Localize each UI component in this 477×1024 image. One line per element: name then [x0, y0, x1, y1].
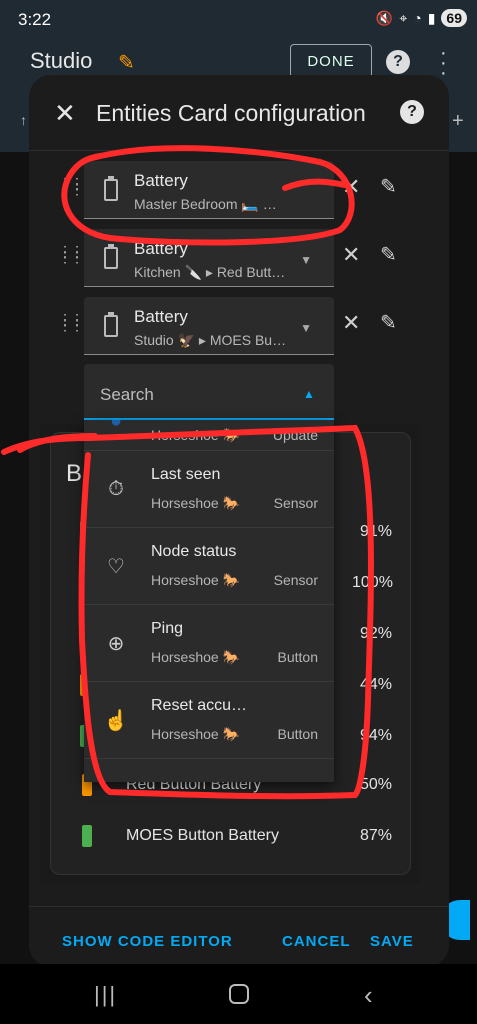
page-title: Studio	[30, 48, 93, 73]
item-subtitle: Horseshoe 🐎	[151, 495, 241, 511]
update-icon: ●	[109, 420, 123, 432]
battery-icon	[104, 176, 118, 201]
recent-apps-icon[interactable]: |||	[94, 982, 117, 1008]
entity-subtitle: Studio 🦅 ▸ MOES Bu…	[134, 332, 287, 348]
show-code-editor-button[interactable]: SHOW CODE EDITOR	[62, 933, 233, 950]
row-value: 94%	[360, 727, 393, 744]
row-value: 100%	[352, 574, 393, 591]
edit-entity-icon[interactable]: ✎	[380, 310, 397, 335]
row-value: 44%	[360, 676, 393, 693]
row-name: MOES Button Battery	[126, 827, 279, 844]
heart-pulse-icon: ♡	[107, 555, 125, 578]
entity-dropdown-list[interactable]: ● Horseshoe 🐎 Update ⏱ Last seen Horsesh…	[84, 420, 334, 782]
edit-entity-icon[interactable]: ✎	[380, 174, 397, 199]
signal-icon: ▮	[427, 9, 436, 26]
item-type: Button	[277, 649, 318, 665]
battery-level: 69	[441, 9, 467, 27]
entity-picker-2[interactable]: Battery Kitchen 🔪 ▸ Red Butt… ▼	[84, 229, 334, 287]
crosshairs-icon: ⊕	[107, 632, 125, 655]
edit-entity-icon[interactable]: ✎	[380, 242, 397, 267]
entity-subtitle: Kitchen 🔪 ▸ Red Butt…	[134, 264, 286, 280]
entity-title: Battery	[134, 307, 188, 326]
item-type: Sensor	[273, 572, 318, 588]
item-title: Last seen	[151, 466, 221, 483]
search-label: Search	[100, 385, 154, 404]
battery-icon	[104, 244, 118, 269]
drag-handle-icon[interactable]: ⋮⋮ ⋮⋮	[58, 244, 84, 264]
item-subtitle: Horseshoe 🐎	[151, 427, 241, 443]
item-subtitle: Horseshoe 🐎	[151, 572, 241, 588]
item-title: Node status	[151, 543, 237, 560]
battery-icon	[104, 312, 118, 337]
drag-handle-icon[interactable]: ⋮⋮ ⋮⋮	[58, 312, 84, 332]
item-type: Button	[277, 726, 318, 742]
drag-handle-icon[interactable]: ⋮⋮ ⋮⋮	[58, 176, 84, 196]
remove-entity-icon[interactable]: ✕	[342, 242, 360, 268]
screen: 3:22 🔇 ⌖ ◔ ▮ 69 Studio ✎ DONE ? · · · ↑ + …	[0, 0, 477, 1024]
more-vert-icon[interactable]: · · ·	[440, 43, 447, 83]
list-item[interactable]: ♡ Node status Horseshoe 🐎 Sensor	[84, 527, 334, 604]
entity-title: Battery	[134, 171, 188, 190]
list-item[interactable]: ⏱ Last seen Horseshoe 🐎 Sensor	[84, 450, 334, 527]
done-button[interactable]: DONE	[290, 44, 372, 78]
list-item[interactable]	[84, 758, 334, 782]
row-value: 50%	[360, 776, 393, 793]
caret-down-icon: ▼	[300, 321, 312, 335]
back-icon[interactable]: ‹	[364, 980, 373, 1011]
mute-icon: 🔇	[375, 9, 394, 26]
item-subtitle: Horseshoe 🐎	[151, 649, 241, 665]
caret-down-icon: ▼	[300, 253, 312, 267]
dialog-divider	[29, 150, 449, 151]
row-value: 87%	[360, 827, 393, 844]
dialog-help-icon[interactable]: ?	[400, 100, 424, 124]
background-add-icon: +	[452, 110, 464, 132]
pencil-icon[interactable]: ✎	[118, 50, 135, 75]
caret-up-icon[interactable]: ▲	[303, 387, 315, 401]
wifi-icon: ◔	[413, 10, 422, 26]
home-icon[interactable]	[229, 984, 249, 1004]
status-icons: 🔇 ⌖ ◔ ▮ 69	[376, 9, 467, 27]
remove-entity-icon[interactable]: ✕	[342, 310, 360, 336]
status-time: 3:22	[18, 10, 52, 29]
footer-divider	[29, 906, 449, 907]
item-type: Sensor	[273, 495, 318, 511]
entity-picker-3[interactable]: Battery Studio 🦅 ▸ MOES Bu… ▼	[84, 297, 334, 355]
entity-picker-1[interactable]: Battery Master Bedroom 🛏️ …	[84, 161, 334, 219]
entity-subtitle: Master Bedroom 🛏️ …	[134, 196, 277, 212]
close-icon[interactable]: ✕	[54, 98, 76, 129]
background-arrow-icon: ↑	[20, 112, 27, 128]
item-title: Ping	[151, 620, 184, 637]
item-title: Reset accu…	[151, 697, 248, 714]
battery-icon	[82, 825, 92, 847]
gesture-tap-icon: ☝	[103, 709, 129, 732]
remove-entity-icon[interactable]: ✕	[342, 174, 360, 200]
location-icon: ⌖	[399, 9, 408, 26]
cancel-button[interactable]: CANCEL	[282, 933, 351, 950]
item-subtitle: Horseshoe 🐎	[151, 726, 241, 742]
row-value: 91%	[360, 523, 393, 540]
list-item[interactable]: ☝ Reset accu… Horseshoe 🐎 Button	[84, 681, 334, 758]
timer-icon: ⏱	[108, 477, 124, 500]
help-icon[interactable]: ?	[386, 50, 410, 74]
card-header-letter: B	[66, 460, 83, 487]
list-item[interactable]: ⊕ Ping Horseshoe 🐎 Button	[84, 604, 334, 681]
entity-title: Battery	[134, 239, 188, 258]
dialog-title: Entities Card configuration	[96, 100, 366, 126]
item-type: Update	[272, 427, 318, 443]
row-value: 92%	[360, 625, 393, 642]
save-button[interactable]: SAVE	[370, 933, 414, 950]
